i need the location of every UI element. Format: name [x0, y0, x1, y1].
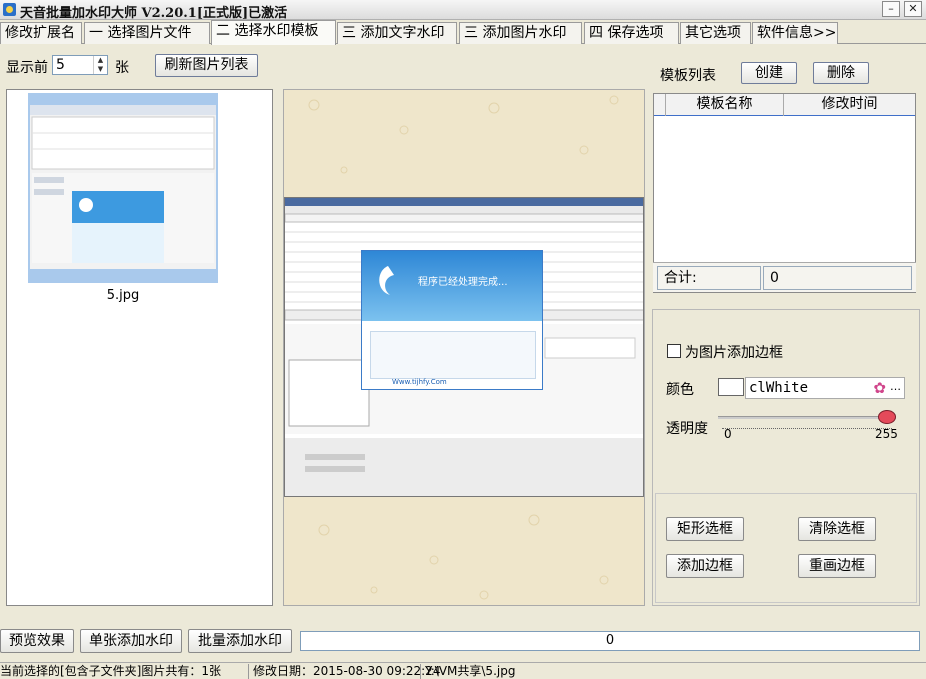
clear-select-button[interactable]: 清除选框: [798, 517, 876, 541]
opacity-slider-thumb[interactable]: [878, 410, 896, 424]
tab-select-template[interactable]: 二 选择水印模板: [211, 20, 336, 45]
template-list-title: 模板列表: [660, 68, 716, 84]
popup-footer: Www.tijhfy.Com: [392, 378, 447, 386]
total-value: 0: [763, 266, 912, 290]
thumbnail-list[interactable]: 5.jpg: [6, 89, 273, 606]
add-border-label: 为图片添加边框: [685, 345, 783, 361]
more-icon[interactable]: …: [890, 380, 901, 393]
opacity-label: 透明度: [666, 421, 708, 437]
column-header-name[interactable]: 模板名称: [666, 94, 784, 116]
window-title: 天音批量加水印大师 V2.20.1[正式版]已激活: [20, 6, 288, 21]
thumbnail-screenshot-icon: [30, 105, 216, 269]
opacity-slider-track[interactable]: [718, 416, 896, 419]
total-label: 合计:: [657, 266, 761, 290]
color-select[interactable]: clWhite ✿ …: [745, 377, 905, 399]
thumbnail-filename: 5.jpg: [106, 288, 140, 303]
rect-select-button[interactable]: 矩形选框: [666, 517, 744, 541]
tab-text-watermark[interactable]: 三 添加文字水印: [337, 22, 457, 44]
color-picker-icon[interactable]: ✿: [873, 379, 886, 397]
show-suffix-label: 张: [115, 60, 129, 76]
show-count-value: 5: [56, 57, 65, 73]
spinner-down-icon[interactable]: ▼: [94, 65, 107, 74]
status-file-path: Y:\VM共享\5.jpg: [420, 664, 515, 679]
spinner-up-icon[interactable]: ▲: [94, 56, 107, 65]
status-modified-date: 修改日期：2015-08-30 09:22:24: [248, 664, 440, 679]
add-border-checkbox[interactable]: [667, 344, 681, 358]
single-watermark-button[interactable]: 单张添加水印: [80, 629, 182, 653]
minimize-button[interactable]: –: [882, 1, 900, 17]
color-value: clWhite: [749, 380, 809, 396]
show-count-spinner[interactable]: 5 ▲ ▼: [52, 55, 108, 75]
template-table-header: 模板名称 修改时间: [654, 94, 915, 116]
color-swatch[interactable]: [718, 378, 744, 396]
app-icon: [3, 3, 16, 16]
refresh-image-list-button[interactable]: 刷新图片列表: [155, 54, 258, 77]
preview-popup: 程序已经处理完成... Www.tijhfy.Com: [361, 250, 543, 390]
create-template-button[interactable]: 创建: [741, 62, 797, 84]
progress-bar: 0: [300, 631, 920, 651]
preview-effect-button[interactable]: 预览效果: [0, 629, 74, 653]
tab-select-images[interactable]: 一 选择图片文件: [84, 22, 210, 44]
row-indicator-header: [654, 94, 666, 116]
tab-image-watermark[interactable]: 三 添加图片水印: [459, 22, 582, 44]
template-total-bar: 合计: 0: [653, 262, 916, 292]
column-header-modified[interactable]: 修改时间: [784, 94, 915, 116]
tab-software-info[interactable]: 软件信息>>: [752, 22, 838, 44]
border-actions-box: [655, 493, 917, 603]
status-image-count: 当前选择的[包含子文件夹]图片共有：1张: [0, 664, 221, 678]
opacity-slider-ticks: [722, 423, 892, 429]
redraw-border-button[interactable]: 重画边框: [798, 554, 876, 578]
delete-template-button[interactable]: 删除: [813, 62, 869, 84]
tab-other-options[interactable]: 其它选项: [680, 22, 751, 44]
popup-header: 程序已经处理完成...: [362, 251, 542, 321]
tab-save-options[interactable]: 四 保存选项: [584, 22, 679, 44]
popup-title: 程序已经处理完成...: [418, 277, 508, 288]
show-prefix-label: 显示前: [6, 60, 48, 76]
status-bar: 当前选择的[包含子文件夹]图片共有：1张 修改日期：2015-08-30 09:…: [0, 662, 926, 679]
popup-body: [370, 331, 536, 379]
opacity-min-label: 0: [724, 427, 732, 441]
add-border-button[interactable]: 添加边框: [666, 554, 744, 578]
color-label: 颜色: [666, 382, 694, 398]
opacity-max-label: 255: [875, 427, 898, 441]
title-bar: 天音批量加水印大师 V2.20.1[正式版]已激活 – ✕: [0, 0, 926, 21]
spinner-arrows[interactable]: ▲ ▼: [93, 56, 107, 74]
preview-canvas[interactable]: 程序已经处理完成... Www.tijhfy.Com: [283, 89, 645, 606]
logo-icon: [379, 266, 394, 295]
thumbnail-image[interactable]: [28, 93, 218, 283]
tab-rename-extension[interactable]: 修改扩展名: [0, 22, 82, 44]
tab-bar: 修改扩展名 一 选择图片文件 二 选择水印模板 三 添加文字水印 三 添加图片水…: [0, 20, 926, 45]
close-button[interactable]: ✕: [904, 1, 922, 17]
progress-text: 0: [605, 633, 615, 648]
batch-watermark-button[interactable]: 批量添加水印: [188, 629, 292, 653]
